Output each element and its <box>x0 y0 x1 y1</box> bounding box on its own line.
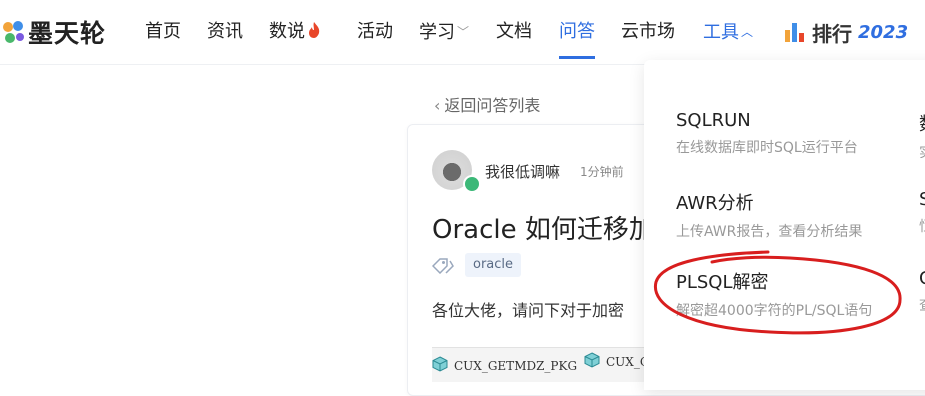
tool-desc: 实 <box>919 142 925 162</box>
tool-desc: 恒 <box>919 216 925 236</box>
tool-col2-item[interactable]: 数 实 <box>919 110 925 162</box>
tool-desc: 在线数据库即时SQL运行平台 <box>676 140 858 156</box>
bar-chart-icon <box>784 20 808 46</box>
tool-title: AWR分析 <box>676 193 754 214</box>
tool-col2-item[interactable]: C 查 <box>919 268 925 315</box>
chevron-up-icon: ︿ <box>741 25 754 39</box>
question-tag[interactable]: oracle <box>465 253 522 277</box>
user-badge-icon <box>463 175 481 193</box>
tag-icon <box>431 258 454 278</box>
logo-text: 墨天轮 <box>28 19 107 48</box>
nav-learn[interactable]: 学习 ﹀ <box>419 20 469 45</box>
tool-title: SQLRUN <box>676 110 751 131</box>
tool-desc: 上传AWR报告，查看分析结果 <box>676 224 863 240</box>
nav-data-talk[interactable]: 数说 <box>269 20 320 45</box>
nav-data-talk-label: 数说 <box>269 21 305 42</box>
nav-docs[interactable]: 文档 <box>496 20 532 44</box>
chevron-down-icon: ﹀ <box>457 25 470 39</box>
site-logo[interactable]: 墨天轮 <box>0 14 106 50</box>
tool-title: S <box>919 189 925 210</box>
ranking-year: 2023 <box>858 22 909 43</box>
nav-learn-label: 学习 <box>419 22 455 43</box>
back-link-label: 返回问答列表 <box>444 96 541 115</box>
question-time: 1分钟前 <box>580 165 624 179</box>
ranking-label: 排行 <box>812 22 852 46</box>
package-tab: CUX_GETMDZ_PKG <box>432 356 577 375</box>
tool-title: 数 <box>919 110 925 136</box>
tool-title: C <box>919 268 925 289</box>
nav-ranking[interactable]: 排行 2023 <box>784 18 908 47</box>
package-icon <box>432 356 448 375</box>
fire-icon <box>308 21 320 45</box>
nav-tools[interactable]: 工具 ︿ <box>703 20 753 45</box>
tools-dropdown: SQLRUN 在线数据库即时SQL运行平台 AWR分析 上传AWR报告，查看分析… <box>644 60 925 390</box>
logo-icon <box>0 17 26 47</box>
tool-sqlrun[interactable]: SQLRUN 在线数据库即时SQL运行平台 <box>676 110 858 157</box>
tool-col2-item[interactable]: S 恒 <box>919 189 925 236</box>
question-title: Oracle 如何迁移加 <box>432 215 655 245</box>
tool-title: PLSQL解密 <box>676 272 769 293</box>
tool-desc: 查 <box>919 295 925 315</box>
back-to-list-link[interactable]: ‹ 返回问答列表 <box>434 92 540 116</box>
nav-home[interactable]: 首页 <box>145 20 181 44</box>
tool-desc: 解密超4000字符的PL/SQL语句 <box>676 303 873 319</box>
question-author[interactable]: 我很低调嘛 <box>485 161 560 182</box>
nav-news[interactable]: 资讯 <box>207 20 243 44</box>
package-icon <box>584 352 600 371</box>
nav-tools-label: 工具 <box>703 22 739 43</box>
package-tab-label: CUX_GETMDZ_PKG <box>454 358 578 373</box>
tool-plsql-decrypt[interactable]: PLSQL解密 解密超4000字符的PL/SQL语句 <box>676 268 872 320</box>
top-nav: 墨天轮 首页 资讯 数说 活动 学习 ﹀ 文档 问答 云市场 工具 ︿ 排行 202… <box>0 0 925 65</box>
tool-awr[interactable]: AWR分析 上传AWR报告，查看分析结果 <box>676 189 862 241</box>
question-body: 各位大佬，请问下对于加密 <box>432 301 625 320</box>
nav-active-indicator <box>559 56 595 59</box>
nav-events[interactable]: 活动 <box>357 20 393 44</box>
chevron-left-icon: ‹ <box>434 96 441 115</box>
nav-cloud-market[interactable]: 云市场 <box>621 20 675 44</box>
nav-qa[interactable]: 问答 <box>559 20 595 44</box>
